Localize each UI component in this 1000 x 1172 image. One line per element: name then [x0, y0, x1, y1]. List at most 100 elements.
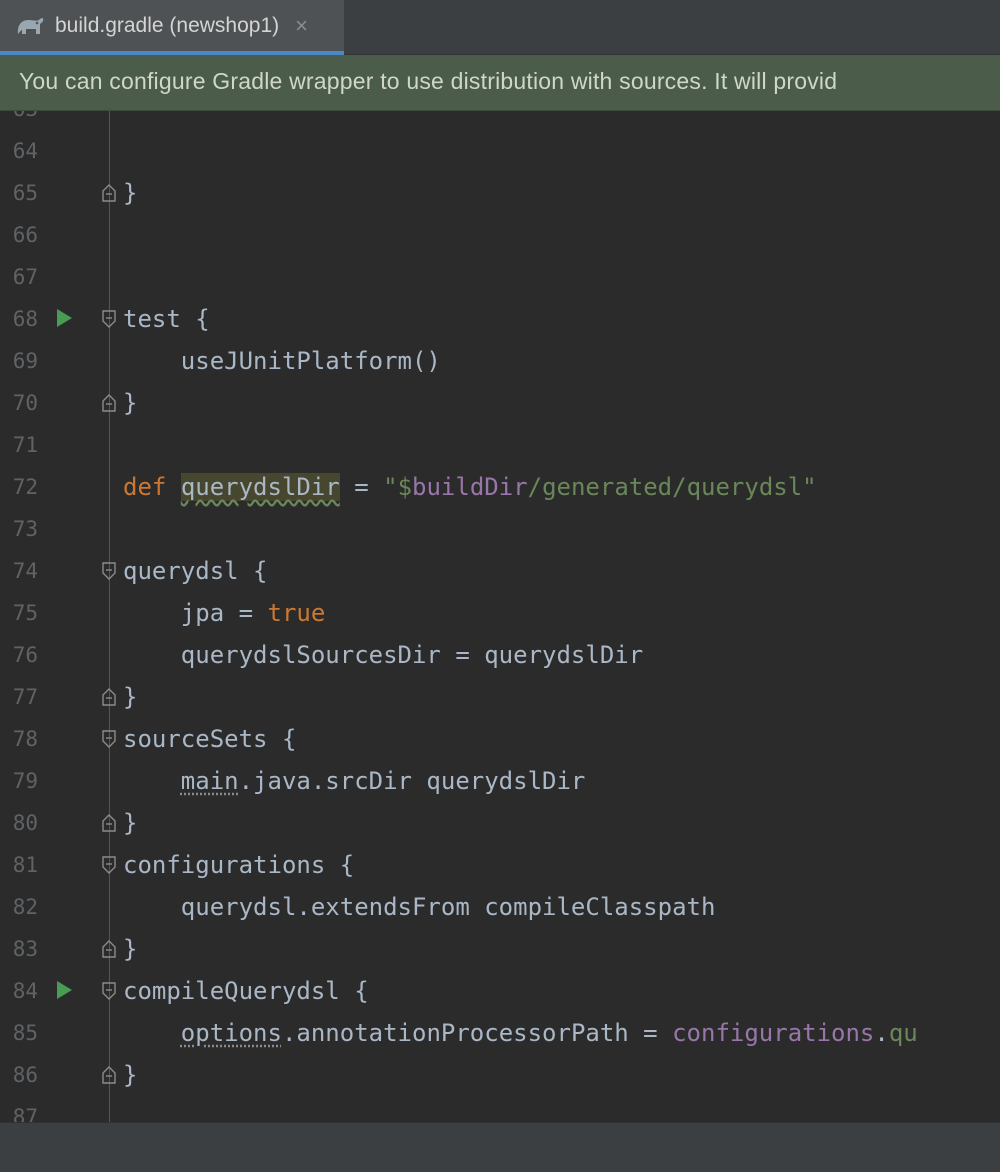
fold-end-icon[interactable] — [101, 813, 117, 833]
line-number: 68 — [12, 307, 38, 331]
line-number: 79 — [12, 769, 38, 793]
line-number: 69 — [12, 349, 38, 373]
code-line: 82 querydsl.extendsFrom compileClasspath — [0, 887, 1000, 929]
notification-banner: You can configure Gradle wrapper to use … — [0, 55, 1000, 111]
code-line: 65 } — [0, 173, 1000, 215]
code-line: 84 compileQuerydsl { — [0, 971, 1000, 1013]
code-text: def querydslDir = "$buildDir/generated/q… — [123, 473, 817, 501]
editor-bottom-bar — [0, 1122, 1000, 1172]
line-number: 73 — [12, 517, 38, 541]
code-line: 85 options.annotationProcessorPath = con… — [0, 1013, 1000, 1055]
identifier-configurations: configurations — [672, 1019, 875, 1047]
code-text: options.annotationProcessorPath = config… — [123, 1019, 918, 1047]
line-number: 75 — [12, 601, 38, 625]
code-line: 75 jpa = true — [0, 593, 1000, 635]
line-number: 72 — [12, 475, 38, 499]
code-text: } — [123, 389, 138, 417]
keyword-def: def — [123, 473, 167, 501]
line-number: 85 — [12, 1021, 38, 1045]
line-number: 83 — [12, 937, 38, 961]
fold-start-icon[interactable] — [101, 561, 117, 581]
code-text: } — [123, 1061, 138, 1089]
line-number: 84 — [12, 979, 38, 1003]
code-text: querydsl { — [123, 557, 268, 585]
code-segment-truncated: qu — [888, 1019, 918, 1047]
fold-end-icon[interactable] — [101, 939, 117, 959]
fold-end-icon[interactable] — [101, 1065, 117, 1085]
code-line: 81 configurations { — [0, 845, 1000, 887]
line-number: 87 — [12, 1105, 38, 1122]
code-line: 77 } — [0, 677, 1000, 719]
code-line: 73 — [0, 509, 1000, 551]
string-open: "$ — [383, 473, 413, 501]
line-number: 81 — [12, 853, 38, 877]
code-segment: . — [874, 1019, 889, 1047]
fold-start-icon[interactable] — [101, 309, 117, 329]
code-line: 78 sourceSets { — [0, 719, 1000, 761]
line-number: 70 — [12, 391, 38, 415]
fold-start-icon[interactable] — [101, 729, 117, 749]
code-line: 86 } — [0, 1055, 1000, 1097]
code-line: 64 — [0, 131, 1000, 173]
string-rest: /generated/querydsl" — [527, 473, 817, 501]
code-editor[interactable]: 63 64 65 } 66 67 68 test { 69 useJUnitPl… — [0, 111, 1000, 1122]
run-icon[interactable] — [57, 309, 72, 327]
code-line: 70 } — [0, 383, 1000, 425]
code-line: 66 — [0, 215, 1000, 257]
line-number: 67 — [12, 265, 38, 289]
code-text: main.java.srcDir querydslDir — [123, 767, 586, 795]
editor-tab-bar: build.gradle (newshop1) × — [0, 0, 1000, 55]
line-number: 82 — [12, 895, 38, 919]
line-number: 71 — [12, 433, 38, 457]
code-line: 80 } — [0, 803, 1000, 845]
code-text: configurations { — [123, 851, 355, 879]
code-text: querydslSourcesDir = querydslDir — [123, 641, 644, 669]
identifier-options: options — [180, 1019, 282, 1047]
run-icon[interactable] — [57, 981, 72, 999]
code-line: 72 def querydslDir = "$buildDir/generate… — [0, 467, 1000, 509]
line-number: 65 — [12, 181, 38, 205]
code-text: querydsl.extendsFrom compileClasspath — [123, 893, 716, 921]
code-segment: .java.srcDir querydslDir — [238, 767, 586, 795]
tab-label: build.gradle (newshop1) — [55, 13, 280, 37]
code-text: compileQuerydsl { — [123, 977, 369, 1005]
code-line: 79 main.java.srcDir querydslDir — [0, 761, 1000, 803]
code-text: jpa = true — [123, 599, 326, 627]
code-line: 69 useJUnitPlatform() — [0, 341, 1000, 383]
code-line: 68 test { — [0, 299, 1000, 341]
code-text: } — [123, 809, 138, 837]
fold-start-icon[interactable] — [101, 855, 117, 875]
fold-start-icon[interactable] — [101, 981, 117, 1001]
fold-end-icon[interactable] — [101, 183, 117, 203]
line-number: 77 — [12, 685, 38, 709]
identifier-main: main — [180, 767, 239, 795]
tab-build-gradle[interactable]: build.gradle (newshop1) × — [0, 0, 344, 55]
keyword-true: true — [267, 599, 326, 627]
close-icon[interactable]: × — [295, 14, 308, 37]
operator: = — [339, 473, 384, 501]
code-text: test { — [123, 305, 210, 333]
code-text: useJUnitPlatform() — [123, 347, 441, 375]
variable-querydslDir[interactable]: querydslDir — [180, 473, 340, 501]
gradle-elephant-icon — [14, 14, 46, 38]
line-number: 74 — [12, 559, 38, 583]
code-line: 83 } — [0, 929, 1000, 971]
line-number: 76 — [12, 643, 38, 667]
code-line: 87 — [0, 1097, 1000, 1122]
code-line: 76 querydslSourcesDir = querydslDir — [0, 635, 1000, 677]
code-line: 71 — [0, 425, 1000, 467]
string-interp-buildDir: buildDir — [412, 473, 528, 501]
fold-end-icon[interactable] — [101, 687, 117, 707]
code-text: } — [123, 683, 138, 711]
code-segment: .annotationProcessorPath = — [281, 1019, 673, 1047]
code-line: 74 querydsl { — [0, 551, 1000, 593]
code-line: 67 — [0, 257, 1000, 299]
line-number: 80 — [12, 811, 38, 835]
banner-text: You can configure Gradle wrapper to use … — [19, 68, 838, 94]
line-number: 78 — [12, 727, 38, 751]
fold-end-icon[interactable] — [101, 393, 117, 413]
line-number: 64 — [12, 139, 38, 163]
code-text: sourceSets { — [123, 725, 297, 753]
